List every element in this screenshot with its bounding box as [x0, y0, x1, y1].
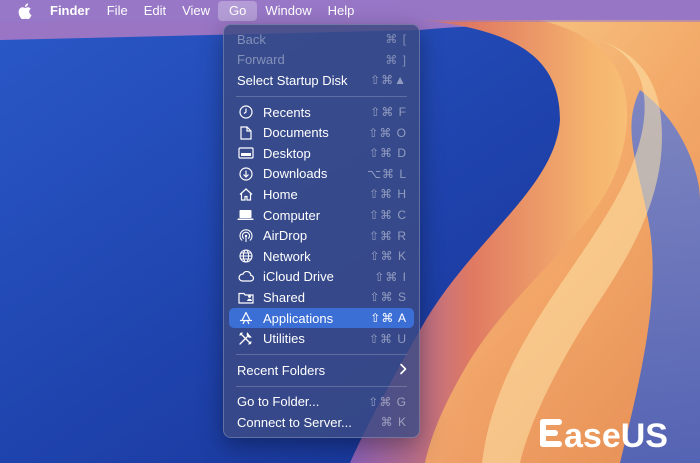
- menu-item-recents[interactable]: Recents ⇧⌘ F: [224, 102, 419, 123]
- menu-item-label: Applications: [263, 310, 334, 326]
- menu-item-desktop[interactable]: Desktop ⇧⌘ D: [224, 143, 419, 164]
- menu-item-label: Connect to Server...: [237, 414, 352, 430]
- menu-view[interactable]: View: [174, 0, 218, 22]
- utilities-icon: [237, 332, 254, 346]
- applications-icon: [237, 311, 254, 325]
- menu-item-documents[interactable]: Documents ⇧⌘ O: [224, 122, 419, 143]
- menu-item-shortcut: ⇧⌘ A: [370, 311, 407, 326]
- menu-app-finder[interactable]: Finder: [50, 0, 99, 22]
- menu-item-shortcut: ⇧⌘ O: [368, 125, 407, 140]
- menu-item-label: Home: [263, 186, 298, 202]
- menu-item-label: Downloads: [263, 166, 328, 182]
- laptop-icon: [237, 208, 254, 222]
- menu-separator: [236, 385, 407, 387]
- menu-edit[interactable]: Edit: [136, 0, 174, 22]
- menu-item-label: Recent Folders: [237, 362, 326, 378]
- menu-item-label: AirDrop: [263, 228, 308, 244]
- menu-item-label: Desktop: [263, 145, 311, 161]
- menu-item-label: Go to Folder...: [237, 394, 320, 410]
- menu-item-label: Documents: [263, 125, 329, 141]
- airdrop-icon: [237, 229, 254, 243]
- menu-item-back[interactable]: Back ⌘ [: [224, 29, 419, 50]
- desktop-icon: [237, 146, 254, 160]
- menu-item-shortcut: ⌥⌘ L: [367, 166, 407, 181]
- download-icon: [237, 167, 254, 181]
- menu-item-label: Forward: [237, 52, 285, 68]
- svg-text:aseUS: aseUS: [564, 417, 668, 455]
- menu-item-label: Select Startup Disk: [237, 72, 348, 88]
- menu-item-label: Utilities: [263, 331, 305, 347]
- menu-separator: [236, 353, 407, 355]
- menu-item-utilities[interactable]: Utilities ⇧⌘ U: [224, 328, 419, 349]
- menu-item-select-startup-disk[interactable]: Select Startup Disk ⇧⌘▲: [224, 70, 419, 91]
- menu-item-go-to-folder[interactable]: Go to Folder... ⇧⌘ G: [224, 392, 419, 413]
- menu-item-applications[interactable]: Applications ⇧⌘ A: [229, 307, 414, 329]
- menu-item-shortcut: ⇧⌘ D: [368, 146, 407, 161]
- menu-item-label: Computer: [263, 207, 321, 223]
- apple-logo-icon[interactable]: [17, 3, 33, 19]
- shared-folder-icon: [237, 290, 254, 304]
- menu-item-recent-folders[interactable]: Recent Folders: [224, 360, 419, 381]
- menu-item-airdrop[interactable]: AirDrop ⇧⌘ R: [224, 225, 419, 246]
- menu-item-shortcut: ⌘ K: [380, 415, 407, 430]
- menu-item-shortcut: ⇧⌘ H: [368, 187, 407, 202]
- menu-item-label: iCloud Drive: [263, 269, 334, 285]
- menu-item-downloads[interactable]: Downloads ⌥⌘ L: [224, 164, 419, 185]
- menu-item-home[interactable]: Home ⇧⌘ H: [224, 184, 419, 205]
- menu-item-shared[interactable]: Shared ⇧⌘ S: [224, 287, 419, 308]
- menu-separator: [236, 95, 407, 97]
- menu-item-icloud-drive[interactable]: iCloud Drive ⇧⌘ I: [224, 267, 419, 288]
- menu-item-forward[interactable]: Forward ⌘ ]: [224, 50, 419, 71]
- clock-icon: [237, 105, 254, 119]
- menu-bar: Finder File Edit View Go Window Help: [0, 0, 700, 22]
- menu-help[interactable]: Help: [320, 0, 363, 22]
- home-icon: [237, 187, 254, 201]
- document-icon: [237, 126, 254, 140]
- menu-item-label: Back: [237, 31, 266, 47]
- menu-window[interactable]: Window: [257, 0, 319, 22]
- menu-item-shortcut: ⇧⌘ S: [369, 290, 407, 305]
- menu-item-label: Recents: [263, 104, 311, 120]
- menu-item-label: Shared: [263, 289, 305, 305]
- go-menu-dropdown: Back ⌘ [ Forward ⌘ ] Select Startup Disk…: [223, 24, 420, 438]
- globe-icon: [237, 249, 254, 263]
- menu-item-shortcut: ⇧⌘ I: [374, 269, 407, 284]
- menu-item-shortcut: ⌘ ]: [385, 52, 407, 67]
- menu-item-connect-to-server[interactable]: Connect to Server... ⌘ K: [224, 412, 419, 433]
- menu-item-shortcut: ⌘ [: [385, 32, 407, 47]
- chevron-right-icon: [399, 362, 407, 378]
- menu-file[interactable]: File: [99, 0, 136, 22]
- menu-item-shortcut: ⇧⌘ G: [368, 394, 407, 409]
- menu-item-label: Network: [263, 248, 311, 264]
- menu-item-shortcut: ⇧⌘ R: [368, 228, 407, 243]
- easeus-watermark-logo: aseUS: [538, 411, 688, 455]
- cloud-icon: [237, 270, 254, 284]
- menu-item-shortcut: ⇧⌘ K: [369, 249, 407, 264]
- menu-item-computer[interactable]: Computer ⇧⌘ C: [224, 205, 419, 226]
- menu-item-shortcut: ⇧⌘▲: [370, 73, 407, 88]
- menu-item-shortcut: ⇧⌘ C: [368, 208, 407, 223]
- menu-item-shortcut: ⇧⌘ F: [370, 105, 407, 120]
- menu-go[interactable]: Go: [218, 1, 258, 21]
- menu-item-network[interactable]: Network ⇧⌘ K: [224, 246, 419, 267]
- menu-item-shortcut: ⇧⌘ U: [368, 331, 407, 346]
